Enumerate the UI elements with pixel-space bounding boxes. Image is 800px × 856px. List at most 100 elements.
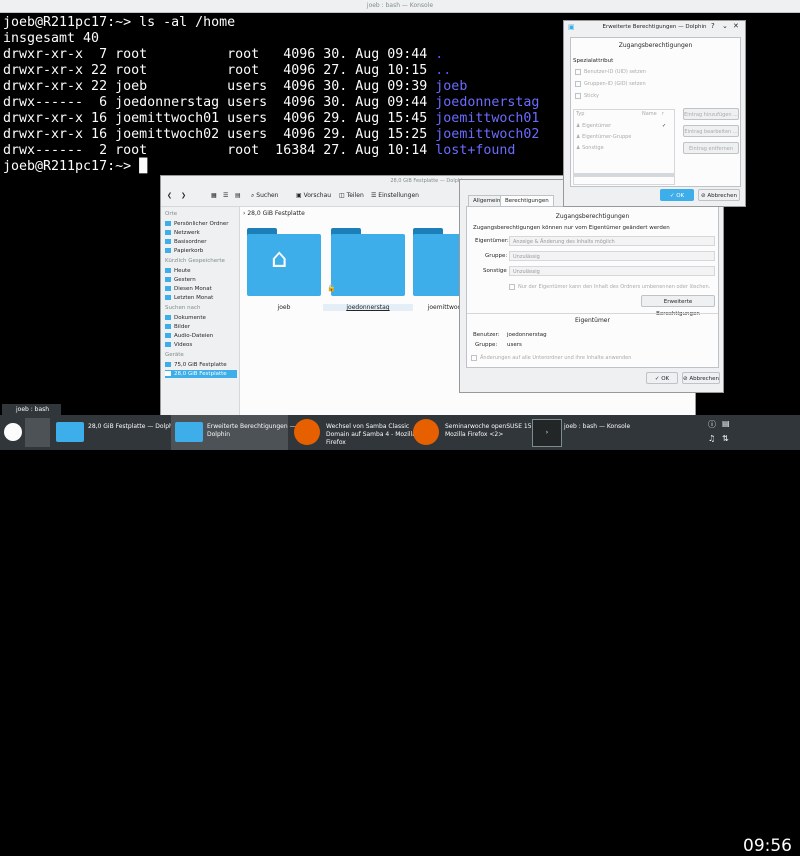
user-value: joedonnerstag: [507, 332, 547, 338]
terminal-entry-name: ..: [435, 63, 452, 78]
advanced-permissions-button[interactable]: Erweiterte Berechtigungen: [641, 295, 715, 317]
terminal-line: drwx------ 2 root root 16384 27. Aug 10:…: [3, 143, 539, 159]
terminal-entry-meta: drwx------ 2 root root 16384 27. Aug 10:…: [3, 143, 436, 158]
setuid-label: Benutzer-ID (UID) setzen: [584, 69, 646, 75]
ext-cancel-label: Abbrechen: [707, 193, 737, 199]
task-button[interactable]: Seminarwoche openSUSE 15.0 - Mozilla Fir…: [409, 415, 541, 450]
apply-all-label: Änderungen auf alle Unterordner und ihre…: [480, 355, 632, 361]
access-section-title: Zugangsberechtigungen: [555, 213, 630, 220]
terminal-cursor: █: [139, 159, 148, 174]
terminal-text: joeb@R211pc17:~> ls -al /home: [3, 15, 236, 30]
terminal-line: joeb@R211pc17:~> ls -al /home: [3, 15, 539, 31]
ext-cancel-button[interactable]: ⊘ Abbrechen: [698, 189, 740, 201]
terminal-entry-meta: drwx------ 6 joedonnerstag users 4096 30…: [3, 95, 436, 110]
task-button[interactable]: Wechsel von Samba Classic Domain auf Sam…: [290, 415, 416, 450]
add-entry-button[interactable]: Eintrag hinzufügen ...: [683, 108, 739, 120]
terminal-entry-name: joemittwoch02: [435, 127, 540, 142]
task-manager: 28,0 GiB Festplatte — Dolphin Erweiterte …: [52, 415, 692, 450]
notifications-icon[interactable]: ⓘ: [708, 419, 716, 430]
minimize-icon[interactable]: ⌄: [722, 22, 728, 30]
volume-icon[interactable]: ♫: [708, 434, 715, 443]
network-icon[interactable]: ⇅: [722, 434, 729, 443]
owner-label: Eigentümer:: [475, 238, 509, 244]
terminal-line: drwx------ 6 joedonnerstag users 4096 30…: [3, 95, 539, 111]
pager-desktop[interactable]: [25, 418, 50, 447]
sticky-checkbox[interactable]: [575, 93, 581, 99]
only-owner-checkbox[interactable]: [509, 284, 515, 290]
folder-icon: [56, 422, 84, 442]
folder-icon[interactable]: ⌂: [247, 228, 321, 296]
terminal-output[interactable]: joeb@R211pc17:~> ls -al /home insgesamt 4…: [3, 15, 539, 175]
horizontal-scrollbar[interactable]: [574, 173, 674, 177]
terminal-line: joeb@R211pc17:~> █: [3, 159, 539, 175]
extended-permissions-dialog[interactable]: Erweiterte Berechtigungen — Dolphin ▣ ? …: [563, 20, 746, 207]
remove-entry-button[interactable]: Eintrag entfernen: [683, 142, 739, 154]
setgid-checkbox[interactable]: [575, 81, 581, 87]
lock-icon: 🔒: [327, 284, 336, 292]
terminal-entry-meta: drwxr-xr-x 7 root root 4096 30. Aug 09:4…: [3, 47, 436, 62]
col-r: r: [662, 111, 665, 117]
acl-row[interactable]: ♟ Sonstige: [576, 145, 604, 151]
terminal-line: drwxr-xr-x 16 joemittwoch01 users 4096 2…: [3, 111, 539, 127]
extended-titlebar[interactable]: Erweiterte Berechtigungen — Dolphin ▣ ? …: [564, 21, 745, 33]
clock[interactable]: 09:56: [743, 836, 792, 856]
firefox-icon: [294, 419, 320, 445]
others-label: Sonstige: [483, 268, 507, 274]
task-button[interactable]: Erweiterte Berechtigungen — Dolphin: [171, 415, 296, 450]
terminal-line: drwxr-xr-x 7 root root 4096 30. Aug 09:4…: [3, 47, 539, 63]
taskbar-tooltip: joeb : bash: [2, 404, 62, 415]
special-label: Spezialattribut: [573, 58, 614, 64]
acl-row[interactable]: ♟ Eigentümer-Gruppe: [576, 134, 631, 140]
konsole-title: joeb : bash — Konsole: [366, 2, 434, 9]
terminal-entry-name: .: [435, 47, 444, 62]
owner-select[interactable]: Anzeige & Änderung des Inhalts möglich: [509, 236, 715, 246]
divider: [467, 313, 718, 314]
application-launcher-icon[interactable]: [4, 423, 22, 441]
ok-label: OK: [661, 376, 670, 382]
task-button[interactable]: › joeb : bash — Konsole: [528, 415, 645, 450]
folder-body: [331, 234, 405, 296]
sticky-label: Sticky: [584, 93, 599, 99]
setuid-checkbox[interactable]: [575, 69, 581, 75]
terminal-entry-name: joeb: [435, 79, 468, 94]
col-type: Typ: [576, 111, 585, 117]
terminal-entry-name: joedonnerstag: [435, 95, 540, 110]
terminal-text: insgesamt 40: [3, 31, 100, 46]
apply-all-checkbox[interactable]: [471, 355, 477, 361]
folder-view: ⌂ joeb 🔒 joedonnerstag joemittwoch01: [161, 176, 487, 416]
terminal-line: drwxr-xr-x 22 root root 4096 27. Aug 10:…: [3, 63, 539, 79]
konsole-titlebar[interactable]: joeb : bash — Konsole: [0, 0, 800, 13]
grp-value: users: [507, 342, 522, 348]
acl-row[interactable]: ♟ Eigentümer: [576, 123, 611, 129]
others-select[interactable]: Unzulässig: [509, 266, 715, 276]
group-select[interactable]: Unzulässig: [509, 251, 715, 261]
firefox-icon: [413, 419, 439, 445]
taskbar: 28,0 GiB Festplatte — Dolphin Erweiterte …: [0, 415, 800, 856]
acl-table[interactable]: Typ Name r ♟ Eigentümer ✓ ♟ Eigentümer-G…: [573, 109, 675, 185]
cancel-button[interactable]: ⊘ Abbrechen: [682, 372, 720, 384]
folder-icon: [175, 422, 203, 442]
task-label: joeb : bash — Konsole: [564, 423, 631, 430]
terminal-entry-meta: drwxr-xr-x 22 joeb users 4096 30. Aug 09…: [3, 79, 436, 94]
ext-ok-button[interactable]: ✓ OK: [660, 189, 694, 201]
help-icon[interactable]: ?: [711, 22, 715, 30]
edit-entry-button[interactable]: Eintrag bearbeiten ...: [683, 125, 739, 137]
terminal-entry-meta: drwxr-xr-x 16 joemittwoch01 users 4096 2…: [3, 111, 436, 126]
clipboard-icon[interactable]: ▤: [722, 419, 730, 428]
properties-dialog[interactable]: Eigenschaften Allgemein Berechtigungen Z…: [459, 179, 724, 393]
task-button[interactable]: 28,0 GiB Festplatte — Dolphin: [52, 415, 178, 450]
terminal-entry-meta: drwxr-xr-x 22 root root 4096 27. Aug 10:…: [3, 63, 436, 78]
terminal-line: drwxr-xr-x 22 joeb users 4096 30. Aug 09…: [3, 79, 539, 95]
close-icon[interactable]: ✕: [733, 22, 739, 30]
terminal-line: insgesamt 40: [3, 31, 539, 47]
ok-button[interactable]: ✓ OK: [646, 372, 678, 384]
terminal-entry-name: joemittwoch01: [435, 111, 540, 126]
terminal-icon: ›: [532, 419, 562, 447]
owner-section-title: Eigentümer: [575, 317, 610, 324]
folder-label[interactable]: joeb: [239, 304, 329, 311]
folder-icon[interactable]: 🔒: [327, 228, 405, 296]
grp-label: Gruppe:: [475, 342, 498, 348]
folder-label[interactable]: joedonnerstag: [323, 304, 413, 311]
extended-panel: Zugangsberechtigungen Spezialattribut Be…: [570, 37, 741, 187]
setgid-label: Gruppen-ID (GID) setzen: [584, 81, 646, 87]
